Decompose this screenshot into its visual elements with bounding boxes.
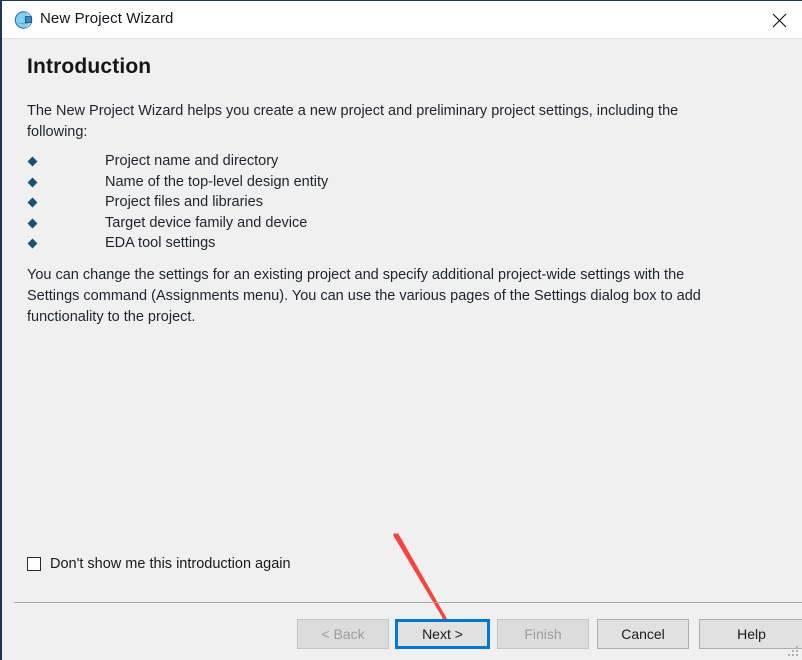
resize-grip[interactable] — [788, 646, 799, 657]
diamond-bullet-icon — [27, 218, 38, 228]
window-title: New Project Wizard — [40, 10, 174, 27]
list-item-label: EDA tool settings — [105, 235, 216, 251]
finish-button[interactable]: Finish — [497, 619, 589, 649]
checkbox-label: Don't show me this introduction again — [50, 556, 291, 572]
intro-paragraph: The New Project Wizard helps you create … — [27, 103, 679, 140]
title-bar: New Project Wizard — [2, 1, 802, 39]
footer-divider — [14, 602, 802, 603]
list-item: Name of the top-level design entity — [27, 174, 727, 195]
list-item-label: Project files and libraries — [105, 194, 263, 210]
settings-paragraph: You can change the settings for an exist… — [27, 267, 701, 325]
list-item-label: Target device family and device — [105, 214, 308, 231]
list-item: Target device family and device — [27, 215, 727, 236]
dialog-content: Introduction The New Project Wizard help… — [2, 39, 802, 660]
list-item-label: Project name and directory — [105, 153, 279, 169]
new-project-wizard-dialog: New Project Wizard Introduction The New … — [0, 0, 802, 660]
diamond-bullet-icon — [27, 177, 38, 187]
next-button[interactable]: Next > — [395, 619, 490, 649]
list-item-label: Name of the top-level design entity — [105, 173, 329, 190]
close-icon — [772, 13, 787, 28]
checkbox-box-icon[interactable] — [27, 557, 41, 571]
feature-bullet-list: Project name and directory Name of the t… — [27, 153, 727, 256]
dialog-button-bar: < Back Next > Finish Cancel Help — [2, 613, 802, 660]
diamond-bullet-icon — [27, 156, 38, 167]
diamond-bullet-icon — [27, 238, 38, 249]
back-button[interactable]: < Back — [297, 619, 389, 649]
list-item: EDA tool settings — [27, 235, 727, 256]
close-button[interactable] — [757, 1, 802, 38]
help-button[interactable]: Help — [699, 619, 802, 649]
cancel-button[interactable]: Cancel — [597, 619, 689, 649]
list-item: Project name and directory — [27, 153, 727, 174]
page-title: Introduction — [27, 55, 152, 78]
list-item: Project files and libraries — [27, 194, 727, 215]
quartus-sphere-icon — [14, 10, 34, 30]
diamond-bullet-icon — [27, 197, 38, 208]
